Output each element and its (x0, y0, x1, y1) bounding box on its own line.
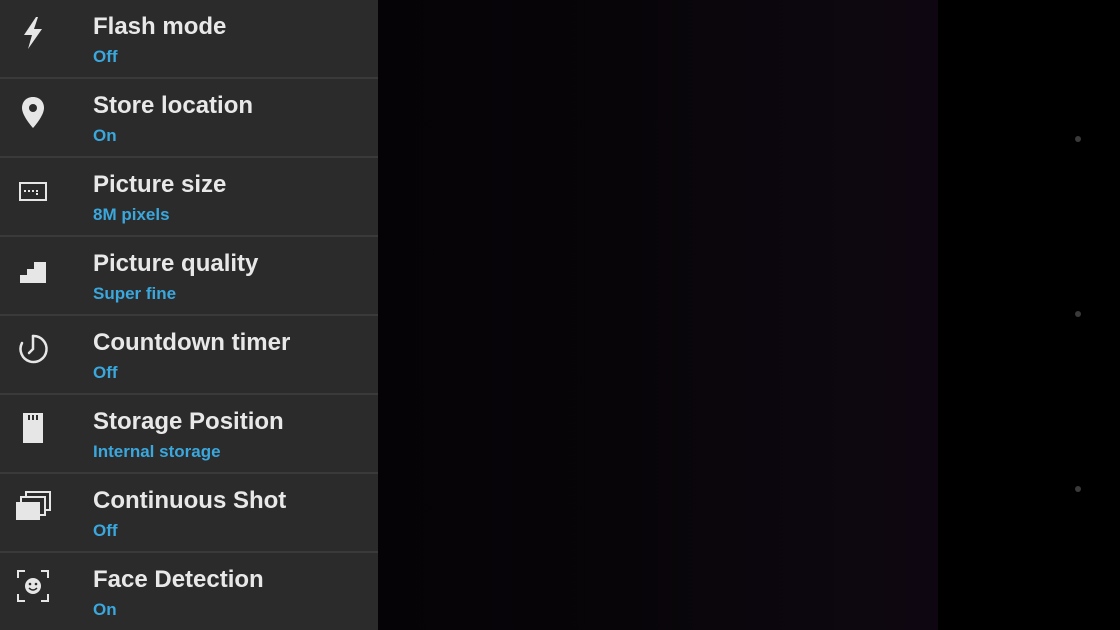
face-detection-icon (14, 567, 52, 605)
setting-title: Flash mode (93, 13, 227, 40)
setting-value: Off (93, 47, 118, 66)
setting-picture-quality[interactable]: Picture quality Super fine (0, 237, 378, 316)
setting-title: Picture size (93, 171, 227, 198)
setting-value: 8M pixels (93, 205, 170, 224)
control-dot[interactable] (1075, 486, 1081, 492)
location-pin-icon (14, 93, 52, 131)
setting-title: Face Detection (93, 566, 264, 593)
setting-title: Countdown timer (93, 329, 291, 356)
camera-screen: Flash mode Off Store location On Picture… (0, 0, 1120, 630)
setting-countdown-timer[interactable]: Countdown timer Off (0, 316, 378, 395)
setting-value: On (93, 600, 117, 619)
setting-title: Continuous Shot (93, 487, 287, 514)
setting-value: Off (93, 363, 118, 382)
setting-picture-size[interactable]: Picture size 8M pixels (0, 158, 378, 237)
burst-shot-icon (14, 488, 52, 526)
control-dot[interactable] (1075, 136, 1081, 142)
setting-storage-position[interactable]: Storage Position Internal storage (0, 395, 378, 474)
setting-continuous-shot[interactable]: Continuous Shot Off (0, 474, 378, 553)
setting-value: Off (93, 521, 118, 540)
timer-icon (14, 330, 52, 368)
control-dot[interactable] (1075, 311, 1081, 317)
quality-stairs-icon (14, 251, 52, 289)
setting-title: Storage Position (93, 408, 284, 435)
setting-store-location[interactable]: Store location On (0, 79, 378, 158)
setting-title: Picture quality (93, 250, 259, 277)
camera-viewfinder[interactable] (378, 0, 938, 630)
camera-control-strip (938, 0, 1120, 630)
flash-icon (14, 14, 52, 52)
setting-face-detection[interactable]: Face Detection On (0, 553, 378, 630)
setting-value: Internal storage (93, 442, 221, 461)
setting-value: Super fine (93, 284, 177, 303)
setting-flash-mode[interactable]: Flash mode Off (0, 0, 378, 79)
camera-settings-panel: Flash mode Off Store location On Picture… (0, 0, 378, 630)
setting-title: Store location (93, 92, 254, 119)
sd-card-icon (14, 409, 52, 447)
picture-size-icon (14, 172, 52, 210)
setting-value: On (93, 126, 117, 145)
